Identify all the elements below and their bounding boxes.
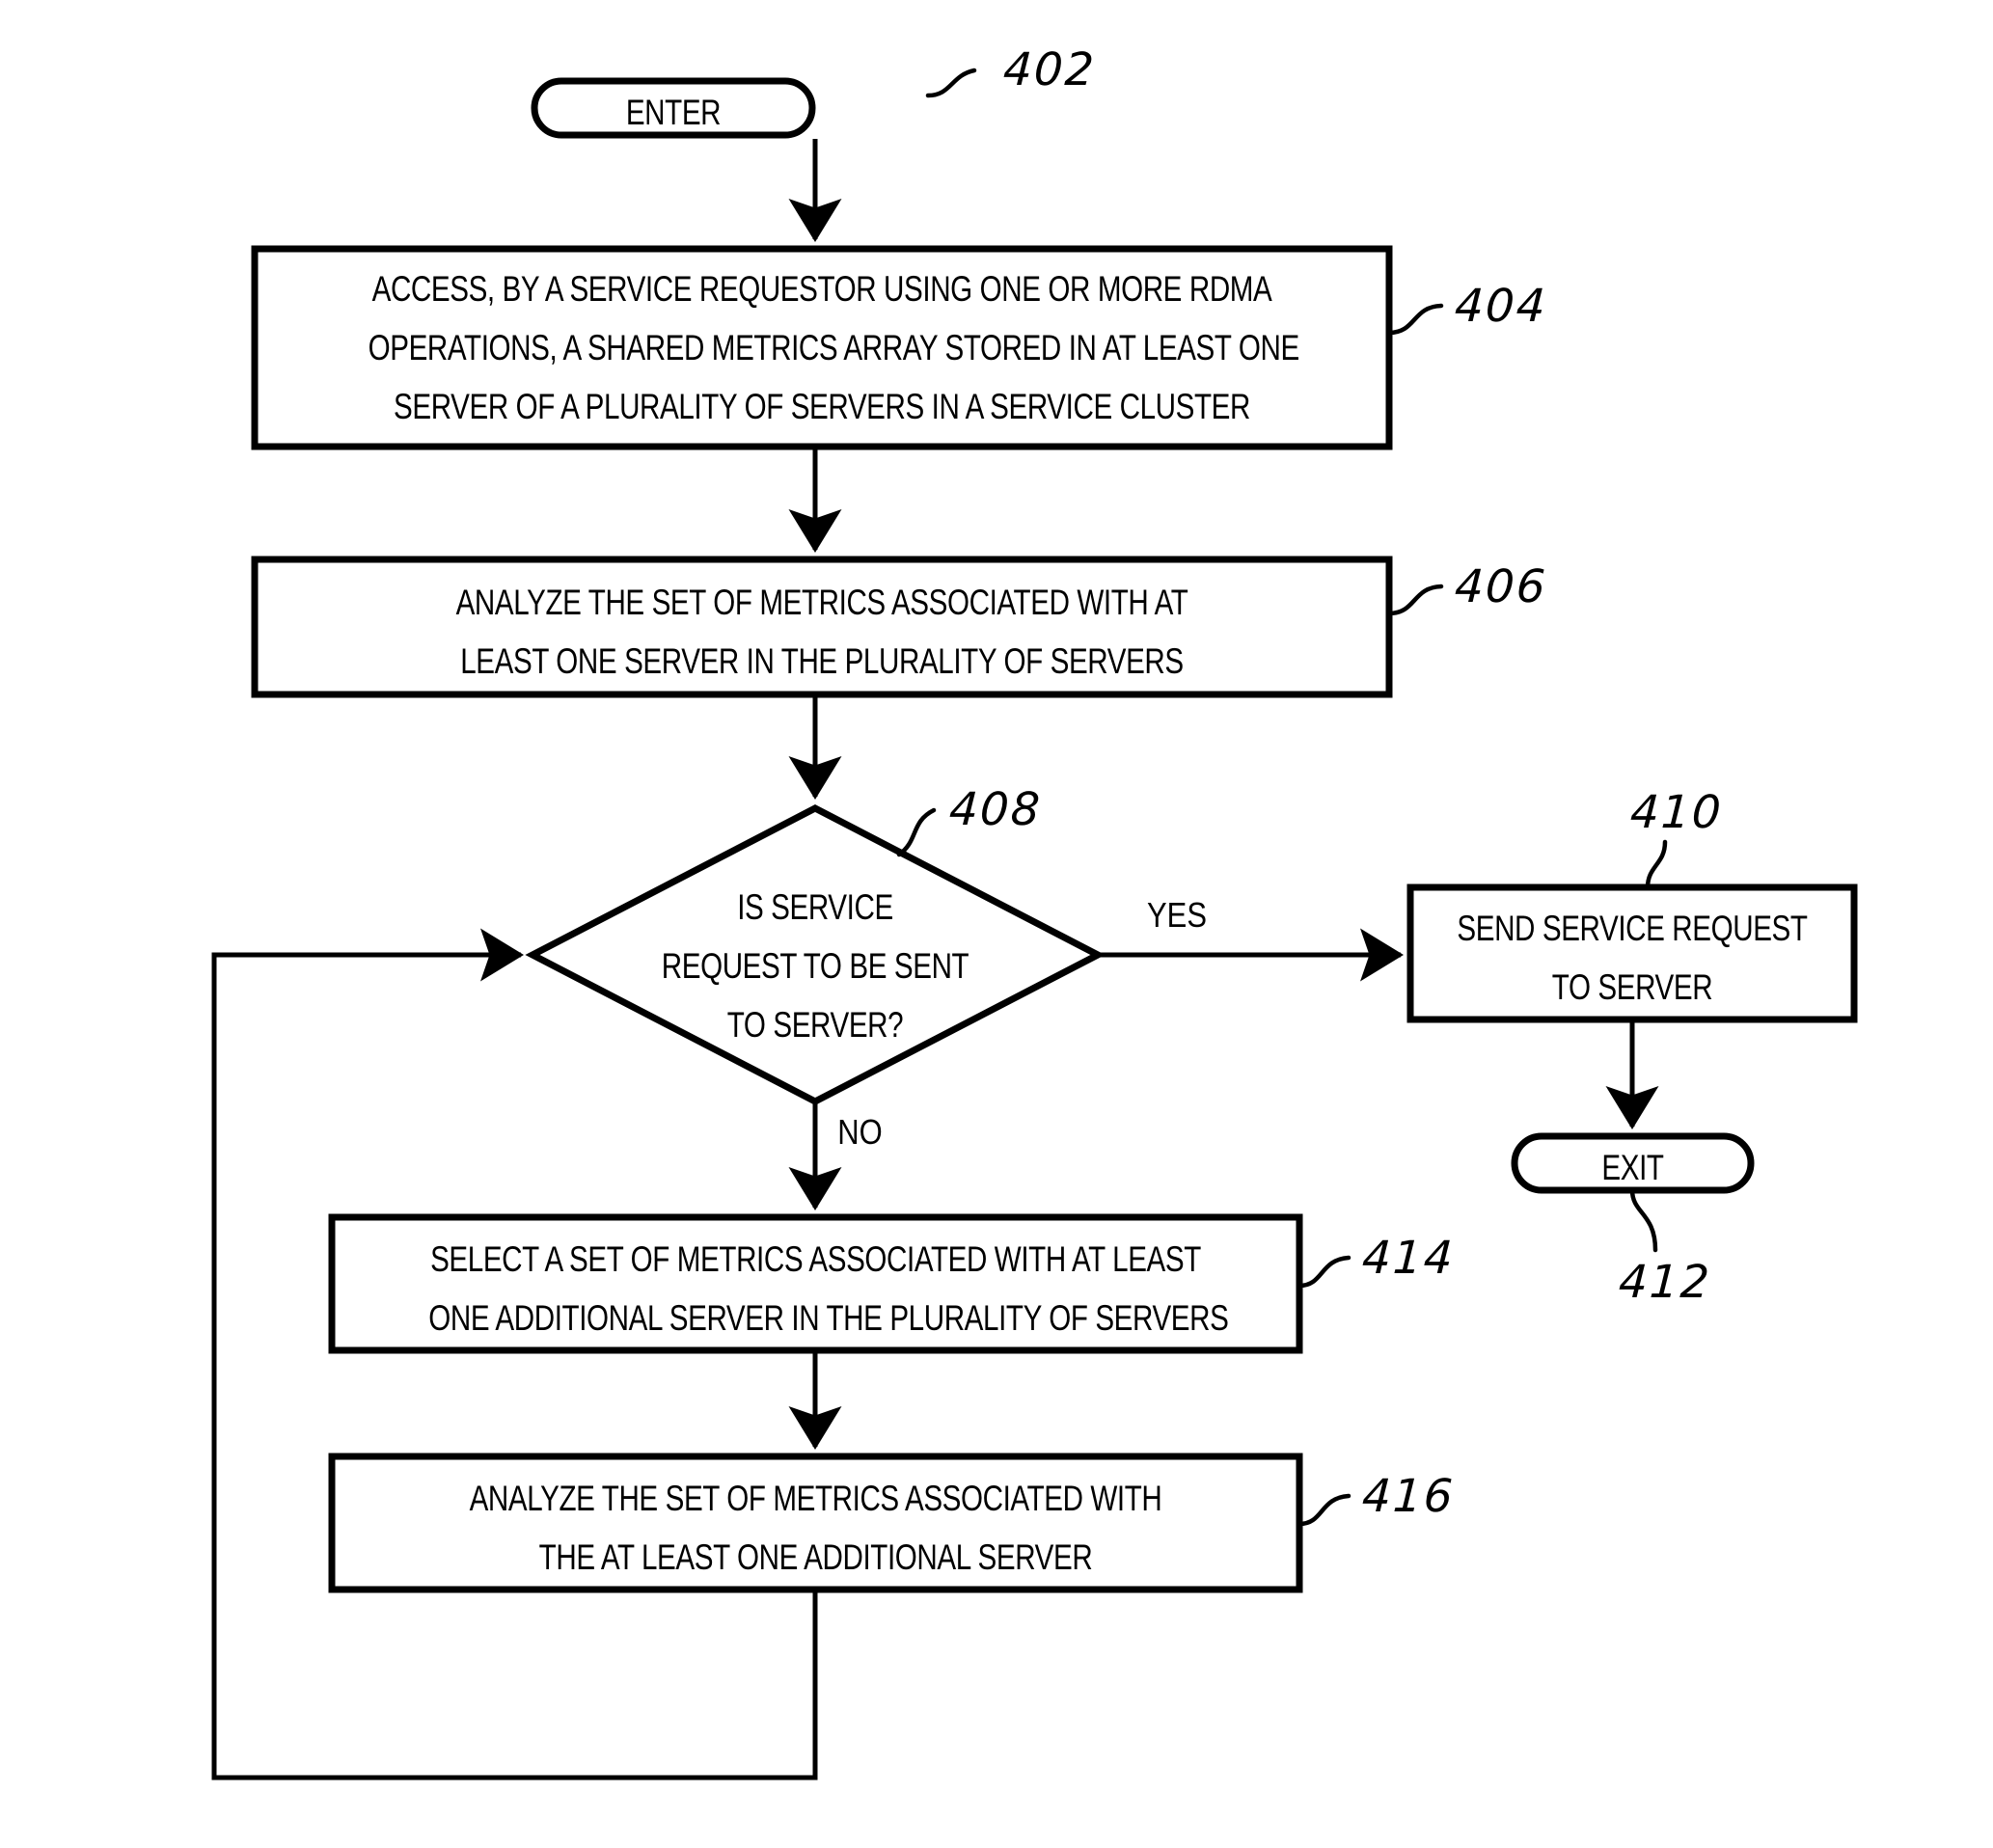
exit-terminal-shape	[1511, 1132, 1755, 1194]
leader-line-406	[1386, 584, 1444, 616]
leader-line-404	[1386, 303, 1444, 336]
access-box-shape	[251, 245, 1393, 450]
leader-line-412	[1629, 1187, 1658, 1253]
edge-feedback-loop	[211, 928, 818, 1780]
leader-line-414	[1297, 1255, 1351, 1289]
select-metrics-box-shape	[328, 1213, 1303, 1354]
analyze-additional-box-shape	[328, 1453, 1303, 1593]
send-request-box-shape	[1406, 883, 1858, 1023]
analyze-first-box-shape	[251, 556, 1393, 698]
leader-line-408	[896, 807, 937, 857]
leader-line-402	[925, 68, 977, 98]
enter-terminal-shape	[531, 77, 816, 139]
leader-line-416	[1297, 1493, 1351, 1527]
flowchart-geometry	[211, 68, 1858, 1780]
decision-diamond-shape	[525, 804, 1106, 1105]
leader-line-410	[1645, 839, 1668, 890]
flowchart-figure: ENTER ACCESS, BY A SERVICE REQUESTOR USI…	[0, 0, 1993, 1848]
